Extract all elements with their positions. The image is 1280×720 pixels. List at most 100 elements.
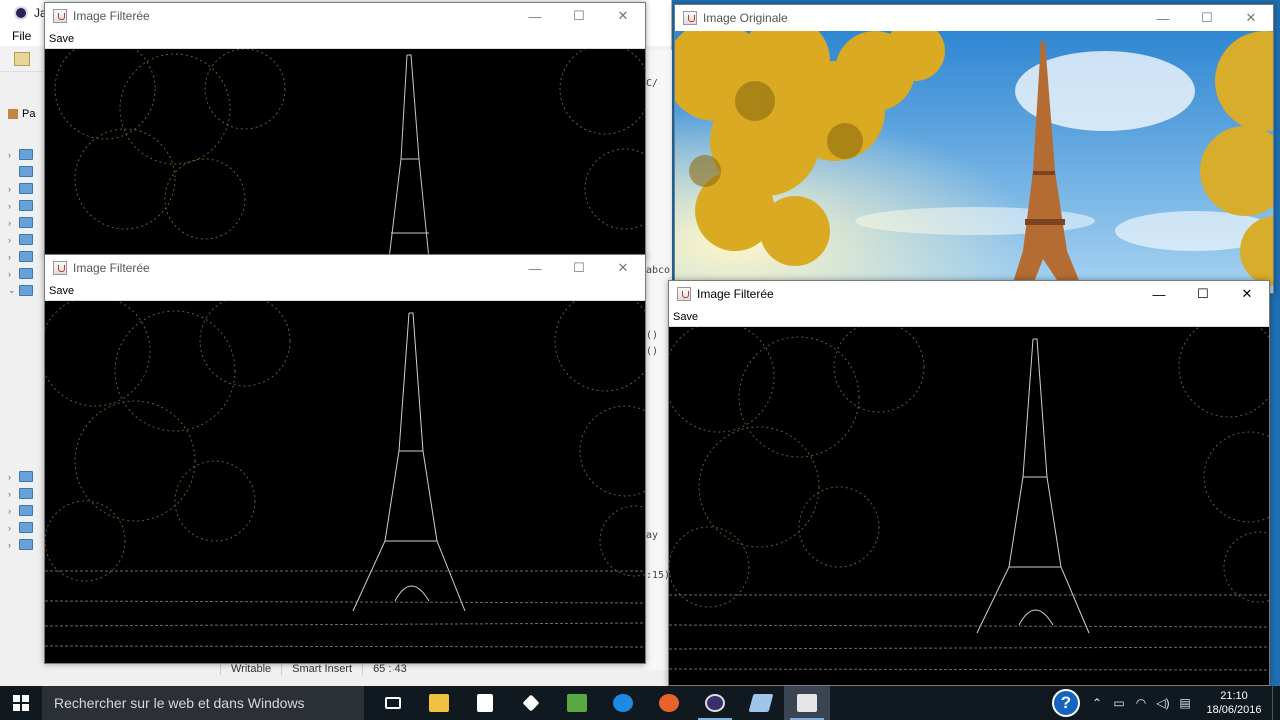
minimize-button[interactable]: —: [1141, 5, 1185, 31]
package-explorer-tab[interactable]: Pa: [8, 104, 44, 124]
tree-item[interactable]: ›: [8, 197, 44, 214]
chevron-right-icon[interactable]: ›: [8, 472, 16, 482]
file-explorer-button[interactable]: [416, 686, 462, 720]
battery-icon[interactable]: ▭: [1108, 696, 1130, 710]
eclipse-icon: [14, 6, 28, 20]
android-tool-button[interactable]: [554, 686, 600, 720]
window-menubar: Save: [45, 29, 645, 49]
chevron-up-icon[interactable]: ⌃: [1086, 696, 1108, 710]
task-view-button[interactable]: [370, 686, 416, 720]
file-explorer-icon: [429, 694, 449, 712]
eclipse-button[interactable]: [692, 686, 738, 720]
minimize-button[interactable]: —: [1137, 281, 1181, 307]
tree-item[interactable]: [8, 163, 44, 180]
chevron-right-icon[interactable]: ›: [8, 201, 16, 211]
window-titlebar[interactable]: Image Originale — ☐ ✕: [675, 5, 1273, 31]
java-app-button[interactable]: [784, 686, 830, 720]
filtered-image: [45, 49, 645, 257]
chevron-right-icon[interactable]: ›: [8, 252, 16, 262]
window-titlebar[interactable]: Image Filterée — ☐ ✕: [45, 255, 645, 281]
show-desktop-button[interactable]: [1272, 686, 1280, 720]
original-image: [675, 31, 1273, 293]
tree-item[interactable]: ›: [8, 502, 44, 519]
windows-logo-icon: [13, 695, 29, 711]
save-menu[interactable]: Save: [49, 33, 74, 45]
window-title: Image Filterée: [73, 261, 150, 275]
chevron-right-icon[interactable]: ›: [8, 150, 16, 160]
tree-item[interactable]: ›: [8, 214, 44, 231]
filtered-image-window-top: Image Filterée — ☐ ✕ Save: [44, 2, 646, 258]
firefox-icon: [659, 694, 679, 712]
menu-file[interactable]: File: [12, 29, 31, 43]
filtered-image: [45, 301, 645, 663]
save-menu[interactable]: Save: [49, 285, 74, 297]
chevron-right-icon[interactable]: ›: [8, 269, 16, 279]
notes-button[interactable]: [738, 686, 784, 720]
editor-text: ay: [646, 530, 659, 541]
project-tree-lower: › › › › ›: [8, 468, 44, 553]
clock[interactable]: 21:10 18/06/2016: [1196, 689, 1272, 717]
minimize-button[interactable]: —: [513, 3, 557, 29]
tree-item[interactable]: ›: [8, 248, 44, 265]
maximize-button[interactable]: ☐: [1181, 281, 1225, 307]
tree-item[interactable]: ›: [8, 180, 44, 197]
notifications-icon[interactable]: ▤: [1174, 696, 1196, 710]
tree-item[interactable]: ⌄: [8, 282, 44, 299]
maximize-button[interactable]: ☐: [557, 255, 601, 281]
chevron-down-icon[interactable]: ⌄: [8, 285, 16, 296]
chevron-right-icon[interactable]: ›: [8, 489, 16, 499]
new-file-icon[interactable]: [14, 51, 30, 66]
tree-item[interactable]: ›: [8, 485, 44, 502]
tree-item[interactable]: ›: [8, 265, 44, 282]
close-button[interactable]: ✕: [601, 255, 645, 281]
window-menubar: Save: [669, 307, 1269, 327]
window-title: Image Filterée: [73, 9, 150, 23]
project-folder-icon: [19, 522, 33, 533]
package-explorer-label: Pa: [22, 108, 36, 120]
filtered-image-window-mid: Image Filterée — ☐ ✕ Save: [44, 254, 646, 664]
edge-browser-button[interactable]: [600, 686, 646, 720]
package-icon: [8, 109, 18, 119]
wifi-icon[interactable]: ◠: [1130, 696, 1152, 710]
filtered-image: [669, 327, 1269, 685]
java-icon: [53, 261, 67, 275]
project-folder-icon: [19, 539, 33, 550]
close-button[interactable]: ✕: [601, 3, 645, 29]
store-button[interactable]: [462, 686, 508, 720]
project-folder-icon: [19, 251, 33, 262]
status-cursor-position: 65 : 43: [362, 663, 417, 675]
dropbox-button[interactable]: [508, 686, 554, 720]
window-menubar: Save: [45, 281, 645, 301]
status-insert-mode: Smart Insert: [281, 663, 362, 675]
tree-item[interactable]: ›: [8, 468, 44, 485]
save-menu[interactable]: Save: [673, 311, 698, 323]
task-view-icon: [385, 697, 401, 709]
tree-item[interactable]: ›: [8, 519, 44, 536]
chevron-right-icon[interactable]: ›: [8, 218, 16, 228]
clock-time: 21:10: [1220, 690, 1248, 702]
firefox-button[interactable]: [646, 686, 692, 720]
editor-text: :15): [646, 570, 671, 581]
close-button[interactable]: ✕: [1229, 5, 1273, 31]
start-button[interactable]: [0, 686, 42, 720]
minimize-button[interactable]: —: [513, 255, 557, 281]
maximize-button[interactable]: ☐: [1185, 5, 1229, 31]
tree-item[interactable]: ›: [8, 536, 44, 553]
chevron-right-icon[interactable]: ›: [8, 184, 16, 194]
store-icon: [477, 694, 493, 712]
maximize-button[interactable]: ☐: [557, 3, 601, 29]
close-button[interactable]: ✕: [1225, 281, 1269, 307]
chevron-right-icon[interactable]: ›: [8, 540, 16, 550]
java-icon: [53, 9, 67, 23]
chevron-right-icon[interactable]: ›: [8, 235, 16, 245]
project-folder-icon: [19, 166, 33, 177]
tree-item[interactable]: ›: [8, 146, 44, 163]
window-titlebar[interactable]: Image Filterée — ☐ ✕: [45, 3, 645, 29]
tree-item[interactable]: ›: [8, 231, 44, 248]
chevron-right-icon[interactable]: ›: [8, 523, 16, 533]
taskbar-search-box[interactable]: Rechercher sur le web et dans Windows: [42, 686, 364, 720]
help-icon[interactable]: ?: [1052, 689, 1080, 717]
chevron-right-icon[interactable]: ›: [8, 506, 16, 516]
window-titlebar[interactable]: Image Filterée — ☐ ✕: [669, 281, 1269, 307]
volume-icon[interactable]: ◁): [1152, 696, 1174, 710]
